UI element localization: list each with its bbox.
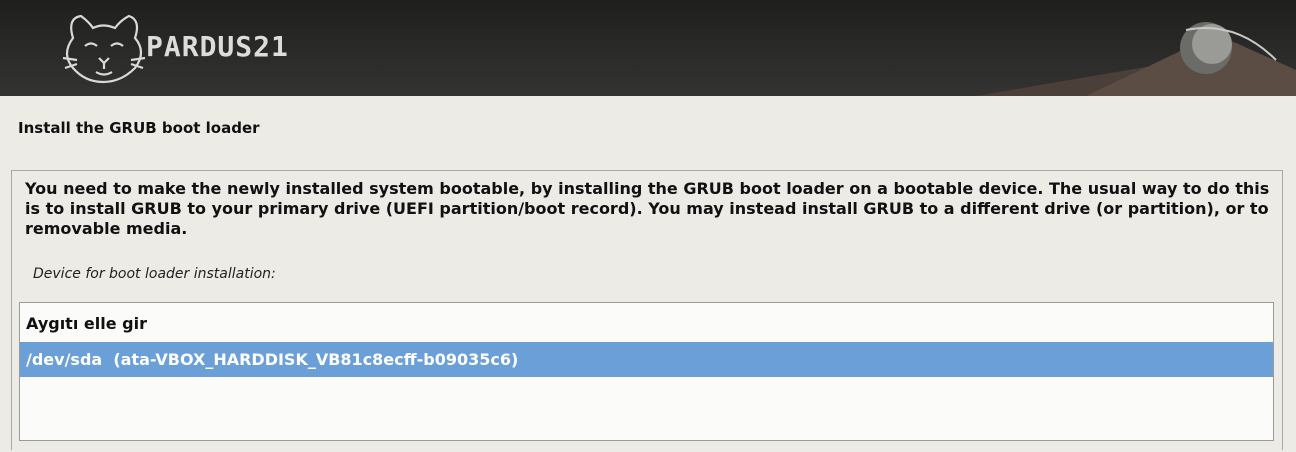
- header-banner: PARDUS21: [0, 0, 1296, 96]
- device-prompt-label: Device for boot loader installation:: [33, 266, 276, 282]
- banner-decoration-moon-icon: [976, 22, 1296, 96]
- list-item-dev-sda[interactable]: /dev/sda (ata-VBOX_HARDDISK_VB81c8ecff-b…: [20, 342, 1273, 377]
- page-title: Install the GRUB boot loader: [18, 119, 260, 137]
- grub-description: You need to make the newly installed sys…: [25, 179, 1270, 238]
- list-item-manual-entry[interactable]: Aygıtı elle gir: [20, 306, 1273, 341]
- pardus-wordmark: PARDUS21: [146, 30, 289, 63]
- boot-device-list[interactable]: Aygıtı elle gir /dev/sda (ata-VBOX_HARDD…: [19, 302, 1274, 441]
